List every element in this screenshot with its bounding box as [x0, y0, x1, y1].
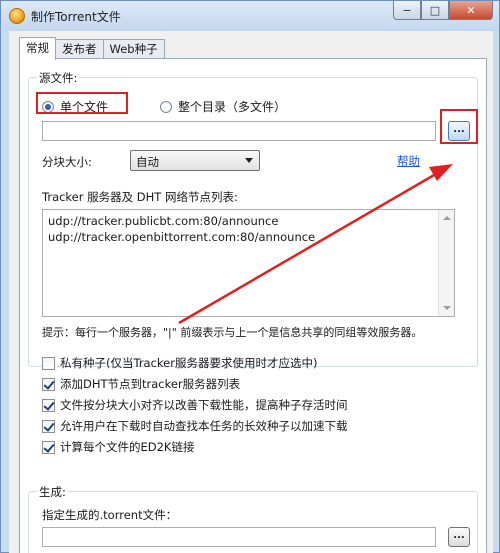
tracker-list-textarea[interactable]: udp://tracker.publicbt.com:80/announce u… [42, 209, 455, 317]
source-group-label: 源文件: [37, 70, 80, 86]
ed2k-link-checkbox[interactable]: 计算每个文件的ED2K链接 [42, 439, 194, 455]
checkbox-icon [42, 356, 55, 370]
title-bar[interactable]: 制作Torrent文件 − □ ✕ [1, 1, 499, 31]
single-file-highlight [36, 92, 128, 114]
window-title: 制作Torrent文件 [31, 10, 121, 24]
target-path-input[interactable] [42, 527, 436, 547]
long-term-seed-label: 允许用户在下载时自动查找本任务的长效种子以加速下载 [60, 419, 348, 433]
piece-size-label: 分块大小: [42, 155, 92, 169]
long-term-seed-checkbox[interactable]: 允许用户在下载时自动查找本任务的长效种子以加速下载 [42, 418, 348, 434]
dialog-client: 常规 发布者 Web种子 源文件: 单个文件 整个目录（多文件） ... 分块大… [9, 31, 493, 553]
tab-publisher[interactable]: 发布者 [55, 39, 104, 59]
chevron-down-icon [245, 158, 253, 163]
close-button[interactable]: ✕ [449, 1, 493, 20]
directory-radio[interactable]: 整个目录（多文件） [160, 98, 286, 115]
piece-size-select[interactable]: 自动 [130, 150, 260, 171]
target-browse-button[interactable]: ... [448, 527, 470, 547]
private-torrent-label: 私有种子(仅当Tracker服务器要求使用时才应选中) [60, 356, 318, 370]
align-pieces-label: 文件按分块大小对齐以改善下载性能，提高种子存活时间 [60, 398, 348, 412]
target-file-label: 指定生成的.torrent文件： [42, 508, 178, 522]
ed2k-link-label: 计算每个文件的ED2K链接 [60, 440, 195, 454]
add-dht-label: 添加DHT节点到tracker服务器列表 [60, 377, 241, 391]
minimize-button[interactable]: − [393, 1, 421, 20]
tracker-hint: 提示：每行一个服务器，"|" 前缀表示与上一个是信息共享的同组等效服务器。 [42, 326, 423, 339]
checkbox-checked-icon [42, 440, 55, 454]
app-icon [9, 8, 25, 24]
checkbox-checked-icon [42, 377, 55, 391]
scroll-up-icon[interactable] [443, 216, 451, 220]
tab-general[interactable]: 常规 [19, 37, 56, 60]
add-dht-checkbox[interactable]: 添加DHT节点到tracker服务器列表 [42, 376, 240, 392]
general-tab-panel: 源文件: 单个文件 整个目录（多文件） ... 分块大小: 自动 帮助 Trac… [19, 58, 487, 553]
tab-strip: 常规 发布者 Web种子 [19, 37, 165, 60]
scroll-down-icon[interactable] [443, 306, 451, 310]
directory-label: 整个目录（多文件） [178, 100, 287, 114]
generate-group-label: 生成: [37, 484, 68, 500]
checkbox-checked-icon [42, 398, 55, 412]
radio-unselected-icon [160, 100, 172, 113]
checkbox-checked-icon [42, 419, 55, 433]
private-torrent-checkbox[interactable]: 私有种子(仅当Tracker服务器要求使用时才应选中) [42, 355, 317, 371]
make-torrent-window: 制作Torrent文件 − □ ✕ 常规 发布者 Web种子 源文件: 单个文件 [0, 0, 500, 553]
tracker-list-label: Tracker 服务器及 DHT 网络节点列表: [42, 190, 238, 204]
help-link[interactable]: 帮助 [397, 153, 420, 169]
maximize-button[interactable]: □ [421, 1, 449, 20]
align-pieces-checkbox[interactable]: 文件按分块大小对齐以改善下载性能，提高种子存活时间 [42, 397, 348, 413]
tracker-scrollbar[interactable] [438, 210, 454, 316]
browse-highlight [440, 109, 478, 144]
tracker-line: udp://tracker.publicbt.com:80/announce [48, 214, 279, 228]
source-path-input[interactable] [42, 121, 436, 141]
tracker-line: udp://tracker.openbittorrent.com:80/anno… [48, 230, 316, 244]
tab-web-seeds[interactable]: Web种子 [102, 39, 165, 59]
piece-size-value: 自动 [136, 155, 159, 169]
